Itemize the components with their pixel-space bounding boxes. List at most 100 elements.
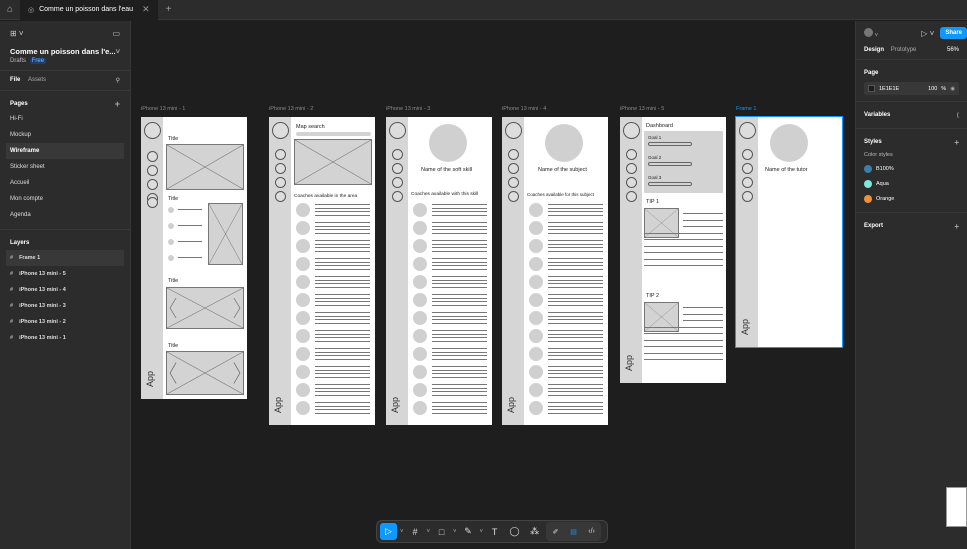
frame-label[interactable]: iPhone 13 mini - 1	[141, 106, 185, 112]
page-item-hi-fi[interactable]: Hi-Fi	[0, 111, 130, 127]
frame-iphone-3[interactable]: App Name of the soft skill Coaches avail…	[386, 117, 492, 425]
frame-label[interactable]: iPhone 13 mini - 5	[620, 106, 664, 112]
present-icon[interactable]: ▷ ˅	[921, 29, 934, 38]
chevron-down-icon[interactable]: ˅	[453, 529, 457, 535]
text-line	[315, 279, 370, 281]
close-tab-icon[interactable]: ✕	[142, 4, 150, 15]
text-line	[548, 402, 603, 403]
avatar[interactable]: ˅	[864, 27, 878, 39]
minimap[interactable]	[946, 487, 967, 527]
add-page-icon[interactable]: +	[115, 99, 120, 109]
text-line	[315, 243, 370, 245]
tab-prototype[interactable]: Prototype	[891, 47, 917, 53]
page-item-mockup[interactable]: Mockup	[0, 127, 130, 143]
frame-iphone-2[interactable]: App Map search Coaches available in the …	[269, 117, 375, 425]
main-menu-icon[interactable]: ⊞ ˅	[10, 29, 24, 38]
text-line	[432, 297, 487, 299]
text-line	[548, 225, 603, 227]
text-line	[315, 211, 370, 212]
new-tab-button[interactable]: +	[166, 4, 172, 15]
dev-mode-icon[interactable]: ‹/›	[583, 523, 600, 540]
page-item-wireframe[interactable]: Wireframe	[6, 143, 124, 159]
eye-icon[interactable]: ◉	[950, 86, 955, 92]
frame-iphone-1[interactable]: App Title Title Title Title	[141, 117, 247, 399]
frame-iphone-4[interactable]: App Name of the subject Coaches availabl…	[502, 117, 608, 425]
project-title-row[interactable]: Comme un poisson dans l'e... ˅	[10, 47, 120, 56]
text-line	[432, 214, 487, 216]
text-line	[432, 222, 487, 223]
layer-item[interactable]: # Frame 1	[6, 250, 124, 266]
layer-item[interactable]: # iPhone 13 mini - 2	[0, 314, 130, 330]
map-search-title: Map search	[296, 124, 325, 130]
layer-item[interactable]: # iPhone 13 mini - 5	[0, 266, 130, 282]
frame-label[interactable]: iPhone 13 mini - 4	[502, 106, 546, 112]
file-tab[interactable]: ◎ Comme un poisson dans l'eau ✕	[20, 0, 158, 20]
share-button[interactable]: Share	[940, 27, 967, 39]
actions-icon[interactable]: ⁂	[526, 523, 543, 540]
tab-file[interactable]: File	[10, 77, 20, 83]
text-line	[432, 351, 487, 353]
draw-mode-icon[interactable]: ✐	[547, 523, 564, 540]
page-item-sticker-sheet[interactable]: Sticker sheet	[0, 159, 130, 175]
text-line	[548, 283, 603, 284]
pen-tool-icon[interactable]: ✎	[460, 523, 477, 540]
add-export-icon[interactable]: +	[954, 222, 959, 231]
color-style-item[interactable]: B100%	[856, 161, 967, 176]
frame-tool-icon[interactable]: #	[407, 523, 424, 540]
variables-icon[interactable]: ⟨	[957, 112, 959, 119]
coach-avatar	[413, 365, 427, 379]
frame-iphone-5[interactable]: App Dashboard Goal 1 Goal 2 Goal 3 TIP 1…	[620, 117, 726, 383]
layer-item[interactable]: # iPhone 13 mini - 3	[0, 298, 130, 314]
color-style-item[interactable]: Orange	[856, 191, 967, 206]
frame-label[interactable]: iPhone 13 mini - 3	[386, 106, 430, 112]
layer-label: iPhone 13 mini - 3	[19, 303, 66, 309]
chevron-down-icon[interactable]: ˅	[427, 529, 431, 535]
styles-heading: Styles	[864, 139, 882, 145]
carousel-placeholder	[166, 351, 244, 395]
text-line	[683, 320, 723, 321]
text-line	[315, 394, 370, 396]
page-color-field[interactable]: 1E1E1E 100 % ◉	[864, 82, 959, 95]
toggle-sidebar-icon[interactable]: ▭	[112, 29, 120, 38]
coach-avatar	[413, 203, 427, 217]
text-line	[315, 333, 370, 335]
rectangle-tool-icon[interactable]: □	[433, 523, 450, 540]
search-icon[interactable]: ⚲	[116, 77, 120, 84]
goal-label: Goal 2	[648, 155, 662, 160]
move-tool-icon[interactable]: ▷	[380, 523, 397, 540]
coach-avatar	[296, 311, 310, 325]
color-style-item[interactable]: Aqua	[856, 176, 967, 191]
design-mode-icon[interactable]: ▤	[565, 523, 582, 540]
map-search-bar[interactable]	[296, 132, 371, 136]
color-dot	[864, 164, 872, 173]
home-icon[interactable]: ⌂	[0, 0, 20, 20]
layer-item[interactable]: # iPhone 13 mini - 1	[0, 330, 130, 346]
frame-icon: #	[10, 287, 14, 293]
coach-avatar	[296, 257, 310, 271]
chevron-down-icon[interactable]: ˅	[480, 529, 484, 535]
skill-image	[429, 124, 467, 162]
tab-design[interactable]: Design	[864, 47, 884, 53]
page-item-mon-compte[interactable]: Mon compte	[0, 191, 130, 207]
text-line	[432, 387, 487, 389]
comment-tool-icon[interactable]: ◯	[506, 523, 523, 540]
color-swatch[interactable]	[868, 85, 875, 92]
frame-1[interactable]: App Name of the tutor	[735, 116, 843, 348]
frame-label[interactable]: iPhone 13 mini - 2	[269, 106, 313, 112]
page-item-agenda[interactable]: Agenda	[0, 207, 130, 223]
page-item-accueil[interactable]: Accueil	[0, 175, 130, 191]
text-line	[548, 315, 603, 317]
layer-item[interactable]: # iPhone 13 mini - 4	[0, 282, 130, 298]
text-line	[548, 366, 603, 367]
text-line	[432, 268, 487, 270]
canvas[interactable]: iPhone 13 mini - 1 iPhone 13 mini - 2 iP…	[131, 21, 855, 549]
chevron-down-icon[interactable]: ˅	[400, 529, 404, 535]
frame-label[interactable]: Frame 1	[736, 106, 756, 112]
tab-assets[interactable]: Assets	[28, 77, 46, 83]
add-style-icon[interactable]: +	[954, 138, 959, 147]
zoom-level[interactable]: 56%	[947, 47, 959, 53]
text-line	[548, 330, 603, 331]
text-tool-icon[interactable]: T	[486, 523, 503, 540]
text-line	[548, 355, 603, 356]
coach-avatar	[529, 293, 543, 307]
